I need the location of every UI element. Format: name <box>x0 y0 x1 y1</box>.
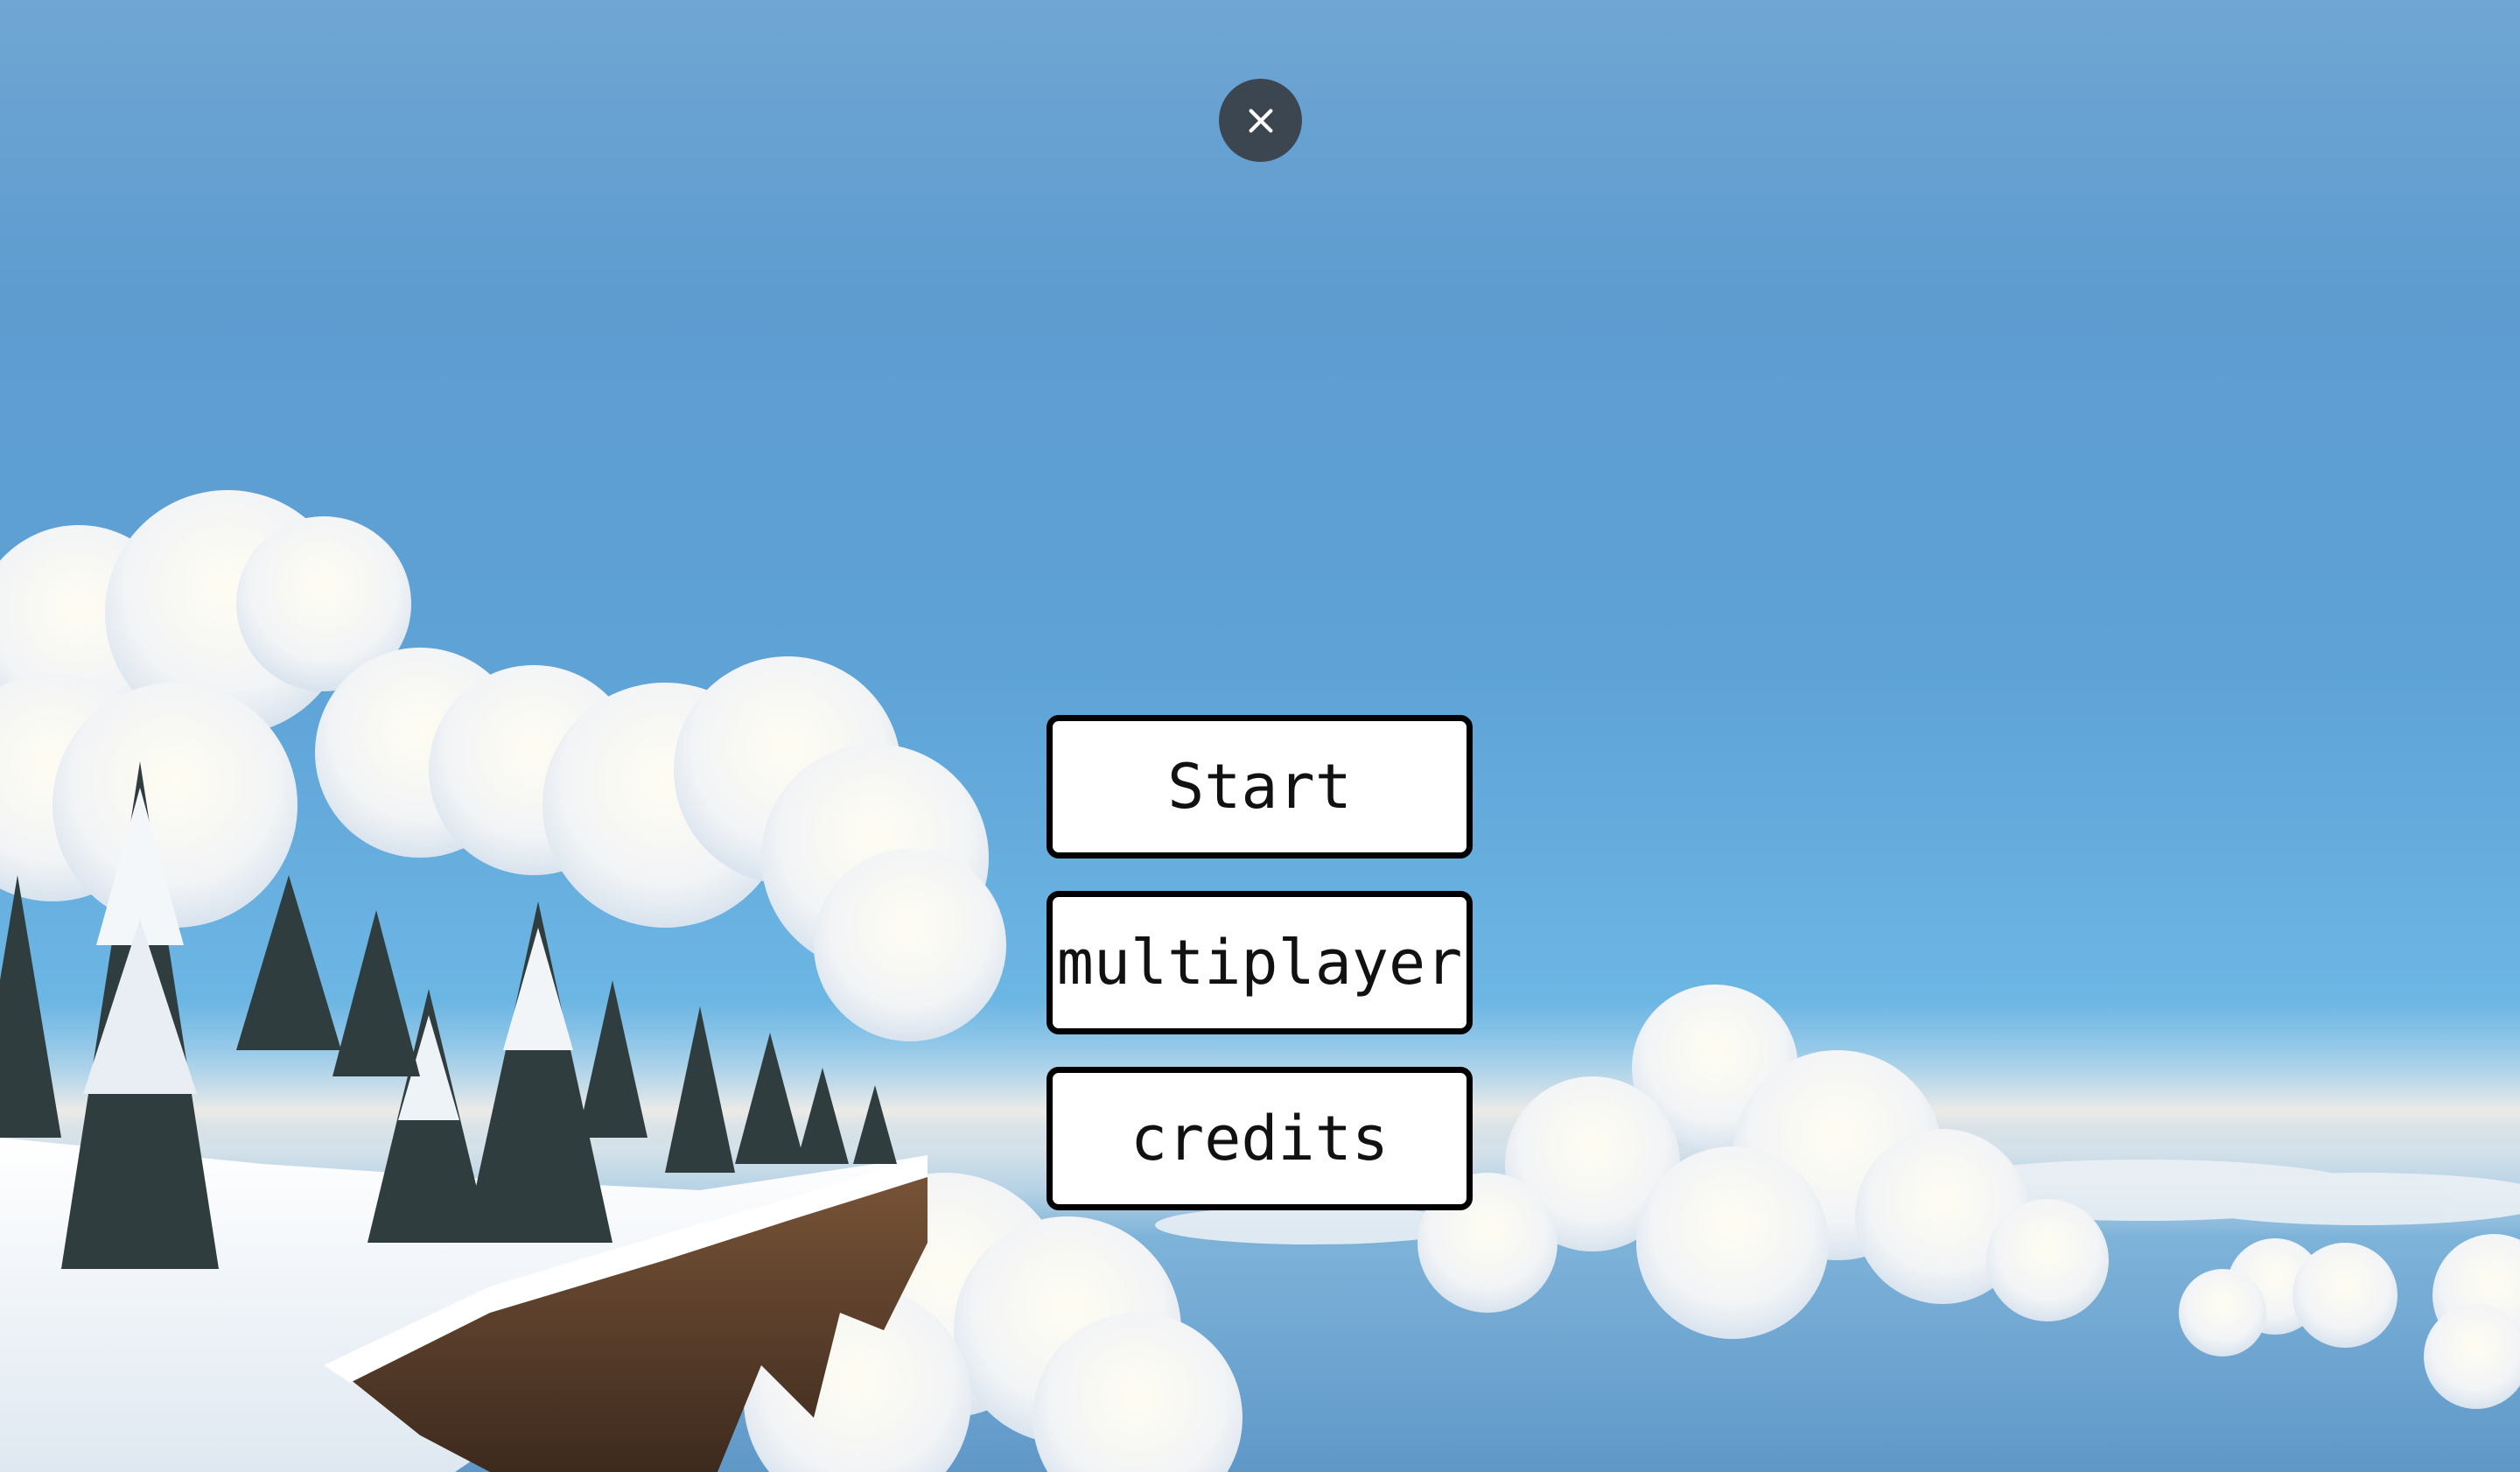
start-button[interactable]: Start <box>1046 715 1473 859</box>
credits-button[interactable]: credits <box>1046 1067 1473 1210</box>
main-menu: Start multiplayer credits <box>1046 715 1473 1243</box>
close-icon <box>1249 109 1272 132</box>
close-button[interactable] <box>1219 79 1302 162</box>
far-right-cloud <box>2179 1234 2520 1409</box>
multiplayer-button[interactable]: multiplayer <box>1046 891 1473 1034</box>
